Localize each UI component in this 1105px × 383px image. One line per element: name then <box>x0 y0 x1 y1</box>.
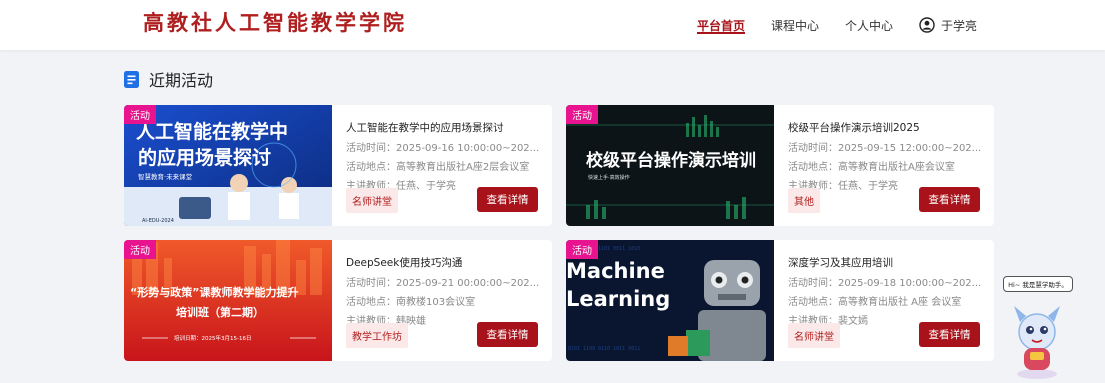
site-logo[interactable]: 高教社人工智能教学学院 <box>143 7 407 37</box>
mascot-dragon-icon[interactable] <box>1006 300 1068 380</box>
thumb-subtitle: 快速上手·高效操作 <box>588 174 630 181</box>
activity-card[interactable]: “形势与政策”课教师教学能力提升 培训班（第二期） 培训日期：2025年3月15… <box>124 240 552 361</box>
section-header: 近期活动 <box>124 67 213 91</box>
thumb-headline-2: 培训班（第二期） <box>176 305 264 319</box>
activity-info: 校级平台操作演示培训2025 活动时间：2025-09-15 12:00:00~… <box>788 120 984 192</box>
thumb-headline-1: Machine <box>566 259 665 283</box>
nav-profile[interactable]: 个人中心 <box>845 0 893 50</box>
activity-tag: 活动 <box>566 240 598 259</box>
thumb-headline-1: 校级平台操作演示培训 <box>586 150 756 171</box>
top-header: 高教社人工智能教学学院 平台首页 课程中心 个人中心 于学亮 <box>0 0 1105 50</box>
category-badge: 名师讲堂 <box>788 323 840 348</box>
view-details-button[interactable]: 查看详情 <box>477 322 538 347</box>
user-circle-icon <box>919 17 935 33</box>
activity-card[interactable]: 1011 0110 1101 0011 1010 0101 1100 0110 … <box>566 240 994 361</box>
activity-title[interactable]: 深度学习及其应用培训 <box>788 255 984 270</box>
activity-info: 人工智能在教学中的应用场景探讨 活动时间：2025-09-16 10:00:00… <box>346 120 542 192</box>
activity-time: 活动时间：2025-09-15 12:00:00~202... <box>788 143 982 154</box>
activity-place: 活动地点：高等教育出版社A座2层会议室 <box>346 162 530 173</box>
activity-info: 深度学习及其应用培训 活动时间：2025-09-18 10:00:00~202.… <box>788 255 984 327</box>
activity-card[interactable]: 人工智能在教学中 的应用场景探讨 智慧教育·未来课堂 AI-EDU-2024 活… <box>124 105 552 226</box>
activity-tag: 活动 <box>124 105 156 124</box>
view-details-button[interactable]: 查看详情 <box>477 187 538 212</box>
thumb-footer: AI-EDU-2024 <box>142 218 174 224</box>
activity-title[interactable]: 人工智能在教学中的应用场景探讨 <box>346 120 542 135</box>
activity-title[interactable]: DeepSeek使用技巧沟通 <box>346 255 542 270</box>
thumb-headline-2: Learning <box>566 287 670 311</box>
activity-title[interactable]: 校级平台操作演示培训2025 <box>788 120 984 135</box>
activity-info: DeepSeek使用技巧沟通 活动时间：2025-09-21 00:00:00~… <box>346 255 542 327</box>
user-name: 于学亮 <box>940 18 977 33</box>
nav-home[interactable]: 平台首页 <box>696 0 745 50</box>
view-details-button[interactable]: 查看详情 <box>919 187 980 212</box>
activity-place: 活动地点：南教楼103会议室 <box>346 297 476 308</box>
section-title: 近期活动 <box>149 71 214 90</box>
thumb-subtitle: 智慧教育·未来课堂 <box>138 172 193 181</box>
activity-time: 活动时间：2025-09-21 00:00:00~202... <box>346 278 540 289</box>
thumb-footer: 培训日期：2025年3月15-16日 <box>174 334 251 342</box>
thumb-headline-1: 人工智能在教学中 <box>136 120 288 143</box>
main-nav: 平台首页 课程中心 个人中心 于学亮 <box>696 0 977 50</box>
activity-tag: 活动 <box>566 105 598 124</box>
user-menu[interactable]: 于学亮 <box>919 17 977 34</box>
view-details-button[interactable]: 查看详情 <box>919 322 980 347</box>
category-badge: 其他 <box>788 188 820 213</box>
activity-tag: 活动 <box>124 240 156 259</box>
category-badge: 名师讲堂 <box>346 188 398 213</box>
thumb-headline-1: “形势与政策”课教师教学能力提升 <box>130 285 298 299</box>
document-icon <box>124 70 139 88</box>
assistant-bubble[interactable]: Hi~ 我是慧学助手。 <box>1003 276 1073 292</box>
nav-courses[interactable]: 课程中心 <box>771 0 819 50</box>
activity-time: 活动时间：2025-09-18 10:00:00~202... <box>788 278 982 289</box>
thumb-headline-2: 的应用场景探讨 <box>138 146 271 169</box>
activity-place: 活动地点：高等教育出版社A座会议室 <box>788 162 955 173</box>
activity-time: 活动时间：2025-09-16 10:00:00~202... <box>346 143 540 154</box>
activity-place: 活动地点：高等教育出版社 A座 会议室 <box>788 297 962 308</box>
activity-card[interactable]: 校级平台操作演示培训 快速上手·高效操作 活动 校级平台操作演示培训2025 活… <box>566 105 994 226</box>
svg-text:0101 1100 0110 1011 0011: 0101 1100 0110 1011 0011 <box>568 346 640 352</box>
category-badge: 教学工作坊 <box>346 323 408 348</box>
